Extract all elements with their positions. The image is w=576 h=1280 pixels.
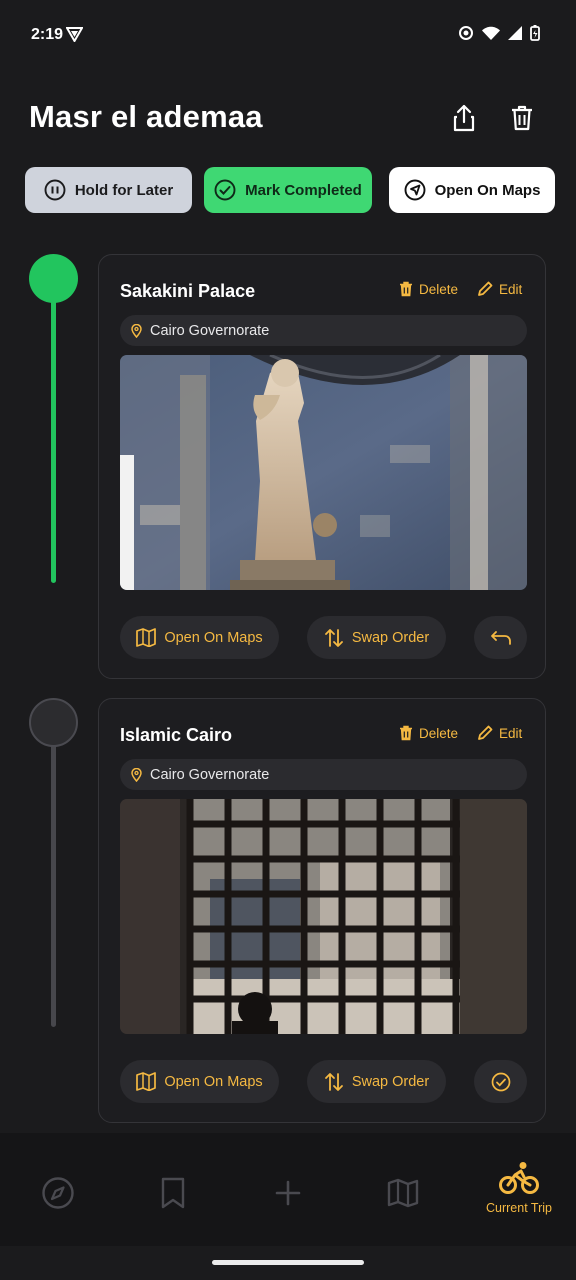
- explore-icon: [42, 1177, 74, 1209]
- vpn-icon: [65, 27, 84, 47]
- swap-order-button[interactable]: Swap Order: [307, 1060, 446, 1103]
- signal-icon: [508, 26, 522, 45]
- wifi-icon: [482, 26, 500, 45]
- stop-photo: [120, 355, 527, 590]
- edit-stop-button[interactable]: Edit: [477, 281, 522, 297]
- page-title: Masr el ademaa: [29, 99, 263, 134]
- share-button[interactable]: [448, 102, 480, 134]
- delete-stop-button[interactable]: Delete: [399, 281, 458, 297]
- navigation-icon: [404, 179, 426, 201]
- complete-stop-button[interactable]: [474, 1060, 527, 1103]
- timeline-dot-pending: [29, 698, 78, 747]
- location-text: Cairo Governorate: [150, 322, 270, 339]
- share-icon: [453, 104, 475, 132]
- delete-stop-button[interactable]: Delete: [399, 725, 458, 741]
- timeline-line-completed: [51, 290, 56, 583]
- nav-current-trip[interactable]: Current Trip: [478, 1161, 560, 1215]
- stop-open-maps-button[interactable]: Open On Maps: [120, 1060, 279, 1103]
- stop-card: Sakakini Palace Delete Edit Cairo Govern…: [98, 254, 546, 679]
- bottom-navigation: Current Trip: [0, 1133, 576, 1246]
- open-on-maps-button[interactable]: Open On Maps: [389, 167, 555, 213]
- map-icon: [136, 1072, 157, 1091]
- location-chip: Cairo Governorate: [120, 315, 527, 346]
- delete-label: Delete: [419, 725, 459, 741]
- stop-photo: [120, 799, 527, 1034]
- nav-explore[interactable]: [38, 1173, 78, 1213]
- undo-button[interactable]: [474, 616, 527, 659]
- status-time: 2:19: [31, 26, 64, 43]
- swap-arrows-icon: [324, 628, 343, 647]
- complete-label: Mark Completed: [245, 181, 362, 199]
- hold-label: Hold for Later: [74, 181, 174, 199]
- nav-maps[interactable]: [383, 1173, 423, 1213]
- status-bar: 2:19: [0, 0, 576, 70]
- check-circle-icon: [491, 1072, 510, 1091]
- timeline-dot-current: [29, 254, 78, 303]
- nav-saved[interactable]: [153, 1173, 193, 1213]
- bicycle-icon: [499, 1162, 539, 1194]
- map-icon: [136, 628, 157, 647]
- timeline-line-pending: [51, 735, 56, 1027]
- open-maps-label: Open On Maps: [164, 1073, 263, 1090]
- nav-add[interactable]: [268, 1173, 308, 1213]
- swap-order-label: Swap Order: [351, 629, 430, 646]
- trash-icon: [400, 725, 412, 741]
- location-text: Cairo Governorate: [150, 766, 270, 783]
- pencil-icon: [478, 725, 493, 740]
- location-pin-icon: [131, 767, 142, 782]
- pause-icon: [44, 179, 66, 201]
- trash-icon: [400, 281, 412, 297]
- battery-icon: [530, 25, 540, 46]
- delete-trip-button[interactable]: [506, 102, 538, 134]
- undo-icon: [490, 630, 511, 645]
- open-maps-label: Open On Maps: [164, 629, 263, 646]
- edit-label: Edit: [499, 725, 523, 741]
- hold-for-later-button[interactable]: Hold for Later: [25, 167, 192, 213]
- swap-order-label: Swap Order: [351, 1073, 430, 1090]
- gesture-bar[interactable]: [212, 1260, 364, 1265]
- pencil-icon: [478, 281, 493, 296]
- mark-completed-button[interactable]: Mark Completed: [204, 167, 372, 213]
- location-pin-icon: [131, 323, 142, 338]
- nav-current-label: Current Trip: [486, 1201, 552, 1215]
- sync-icon: [458, 25, 474, 46]
- stop-title: Islamic Cairo: [120, 725, 233, 745]
- map-icon: [387, 1178, 419, 1208]
- status-icons: [458, 25, 540, 46]
- edit-label: Edit: [499, 281, 523, 297]
- stop-card: Islamic Cairo Delete Edit Cairo Governor…: [98, 698, 546, 1123]
- edit-stop-button[interactable]: Edit: [477, 725, 522, 741]
- swap-order-button[interactable]: Swap Order: [307, 616, 446, 659]
- check-badge-icon: [214, 179, 236, 201]
- maps-label: Open On Maps: [434, 181, 541, 199]
- stop-open-maps-button[interactable]: Open On Maps: [120, 616, 279, 659]
- stop-title: Sakakini Palace: [120, 281, 256, 301]
- location-chip: Cairo Governorate: [120, 759, 527, 790]
- bookmark-icon: [161, 1177, 185, 1209]
- delete-label: Delete: [419, 281, 459, 297]
- swap-arrows-icon: [324, 1072, 343, 1091]
- add-icon: [275, 1180, 301, 1206]
- trash-icon: [512, 105, 532, 131]
